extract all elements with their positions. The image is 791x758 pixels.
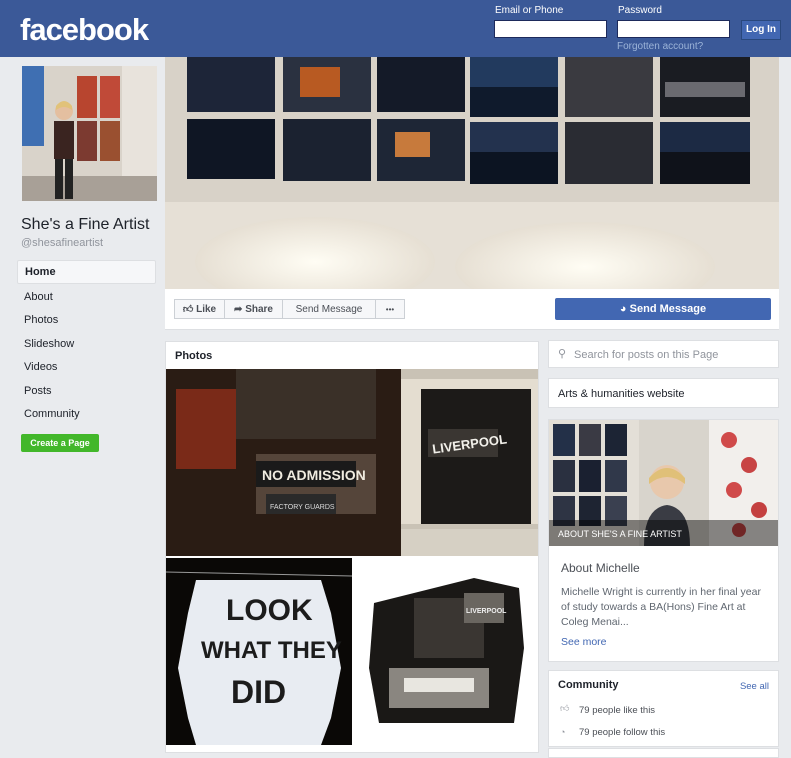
like-button[interactable]: 👍︎ Like (174, 299, 225, 319)
factory-guards-sign: FACTORY GUARDS (270, 504, 335, 511)
community-title[interactable]: Community (558, 679, 619, 691)
sidebar-item-photos[interactable]: Photos (17, 309, 156, 331)
page-name[interactable]: She's a Fine Artist (21, 216, 149, 234)
send-message-small-button[interactable]: Send Message (282, 299, 376, 319)
search-input[interactable]: Search for posts on this Page (574, 349, 718, 361)
forgot-account-link[interactable]: Forgotten account? (617, 41, 703, 52)
thumbs-up-icon: 👍︎ (560, 703, 570, 713)
about-description: Michelle Wright is currently in her fina… (561, 586, 761, 628)
see-all-link[interactable]: See all (740, 681, 769, 692)
profile-picture[interactable] (22, 66, 157, 201)
share-button[interactable]: ➦ Share (224, 299, 283, 319)
password-label: Password (618, 5, 662, 16)
share-arrow-icon: ➦ (234, 304, 243, 315)
cover-photo-artwork (165, 57, 779, 289)
shirt-text-line3: DID (231, 674, 286, 710)
about-overlay-text: ABOUT SHE'S A FINE ARTIST (558, 529, 682, 539)
rss-follow-icon: ◔ (560, 727, 566, 737)
category-link[interactable]: Arts & humanities website (558, 388, 685, 400)
page-action-bar: 👍︎ Like ➦ Share Send Message ••• ◕ Send … (165, 289, 779, 330)
photo-shirt[interactable]: LOOK WHAT THEY DID (166, 558, 352, 745)
no-admission-sign: NO ADMISSION (262, 467, 366, 483)
next-card-edge (548, 748, 779, 758)
login-button[interactable]: Log In (741, 20, 781, 40)
sidebar-item-community[interactable]: Community (17, 403, 156, 425)
sidebar-item-about[interactable]: About (17, 286, 156, 308)
photos-card: Photos NO ADMISSION FACTORY GUARDS LIVER… (165, 341, 539, 753)
send-message-button[interactable]: ◕ Send Message (555, 298, 771, 320)
search-icon: ⚲ (558, 348, 567, 360)
shirt-text-line2: WHAT THEY (201, 637, 342, 664)
email-field[interactable] (494, 20, 607, 38)
create-page-button[interactable]: Create a Page (21, 434, 99, 452)
thumbs-up-icon: 👍︎ (182, 304, 194, 315)
shirt-text-line1: LOOK (226, 594, 313, 627)
about-photo[interactable]: ABOUT SHE'S A FINE ARTIST (549, 420, 778, 546)
page-handle: @shesafineartist (21, 237, 104, 249)
follows-count: 79 people follow this (579, 727, 666, 738)
email-label: Email or Phone (495, 5, 564, 16)
sidebar-nav: Home About Photos Slideshow Videos Posts… (17, 260, 156, 427)
collage-banner-text: LIVERPOOL (466, 608, 507, 615)
top-bar: facebook Email or Phone Password Log In … (0, 0, 791, 57)
photos-card-title[interactable]: Photos (175, 350, 212, 362)
about-card: ABOUT SHE'S A FINE ARTIST About Michelle… (548, 419, 779, 662)
more-options-button[interactable]: ••• (375, 299, 405, 319)
likes-count: 79 people like this (579, 705, 656, 716)
photo-main[interactable]: NO ADMISSION FACTORY GUARDS LIVERPOOL (166, 369, 539, 556)
about-title[interactable]: About Michelle (561, 561, 640, 575)
community-card: Community See all 👍︎ 79 people like this… (548, 670, 779, 747)
sidebar-item-slideshow[interactable]: Slideshow (17, 333, 156, 355)
category-card: Arts & humanities website (548, 378, 779, 408)
sidebar-item-posts[interactable]: Posts (17, 380, 156, 402)
cover-photo[interactable] (165, 57, 779, 289)
search-box[interactable]: ⚲ Search for posts on this Page (548, 340, 779, 368)
sidebar-item-home[interactable]: Home (17, 260, 156, 284)
photo-collage[interactable]: LIVERPOOL (354, 558, 539, 745)
sidebar-item-videos[interactable]: Videos (17, 356, 156, 378)
see-more-link[interactable]: See more (561, 636, 607, 648)
messenger-icon: ◕ (619, 303, 627, 315)
facebook-logo[interactable]: facebook (20, 12, 149, 48)
password-field[interactable] (617, 20, 730, 38)
profile-photo-artwork (22, 66, 157, 201)
